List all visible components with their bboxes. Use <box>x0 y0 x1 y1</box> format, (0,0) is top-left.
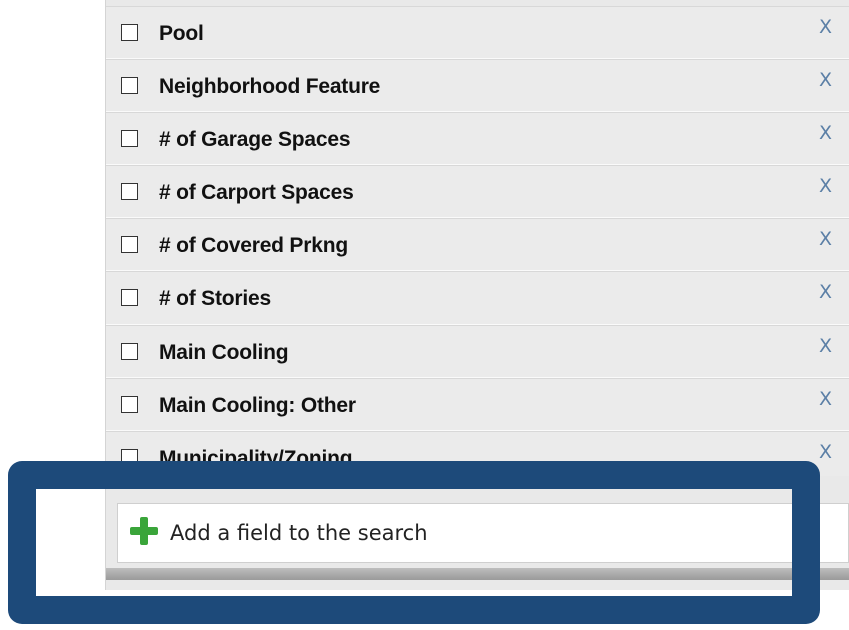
field-checkbox[interactable] <box>121 130 138 148</box>
remove-field-icon[interactable]: X <box>819 175 832 197</box>
search-fields-screen: Pool X Neighborhood Feature X # of Garag… <box>0 0 849 630</box>
field-list: Pool X Neighborhood Feature X # of Garag… <box>106 6 849 476</box>
field-label: # of Stories <box>159 287 271 311</box>
field-checkbox[interactable] <box>121 448 138 466</box>
field-row: # of Carport Spaces X <box>106 165 849 219</box>
field-checkbox[interactable] <box>121 183 138 201</box>
field-label: # of Garage Spaces <box>159 128 351 152</box>
field-label: Pool <box>159 22 204 45</box>
field-checkbox[interactable] <box>121 77 138 95</box>
field-label: Main Cooling <box>159 340 289 364</box>
remove-field-icon[interactable]: X <box>819 122 832 144</box>
field-label: Municipality/Zoning <box>159 446 353 470</box>
field-checkbox[interactable] <box>121 395 138 413</box>
field-row: # of Garage Spaces X <box>106 112 849 166</box>
field-label: Main Cooling: Other <box>159 393 356 417</box>
panel-bottom-edge <box>106 568 849 580</box>
field-row: # of Covered Prkng X <box>106 218 849 272</box>
plus-icon <box>130 517 158 545</box>
field-checkbox[interactable] <box>121 289 138 307</box>
field-checkbox[interactable] <box>121 342 138 360</box>
remove-field-icon[interactable]: X <box>819 441 832 463</box>
field-label: # of Covered Prkng <box>159 234 348 258</box>
remove-field-icon[interactable]: X <box>819 16 832 38</box>
add-field-label: Add a field to the search <box>170 521 428 545</box>
field-row: # of Stories X <box>106 271 849 325</box>
remove-field-icon[interactable]: X <box>819 69 832 91</box>
field-row: Neighborhood Feature X <box>106 59 849 113</box>
field-label: # of Carport Spaces <box>159 181 354 205</box>
field-row: Main Cooling X <box>106 324 849 378</box>
remove-field-icon[interactable]: X <box>819 228 832 250</box>
field-label: Neighborhood Feature <box>159 75 381 99</box>
remove-field-icon[interactable]: X <box>819 388 832 410</box>
remove-field-icon[interactable]: X <box>819 281 832 303</box>
add-field-button[interactable]: Add a field to the search <box>117 503 849 563</box>
field-checkbox[interactable] <box>121 236 138 254</box>
field-row: Pool X <box>106 6 849 60</box>
field-row: Main Cooling: Other X <box>106 377 849 431</box>
field-row: Municipality/Zoning X <box>106 430 849 476</box>
field-checkbox[interactable] <box>121 24 138 41</box>
remove-field-icon[interactable]: X <box>819 335 832 357</box>
